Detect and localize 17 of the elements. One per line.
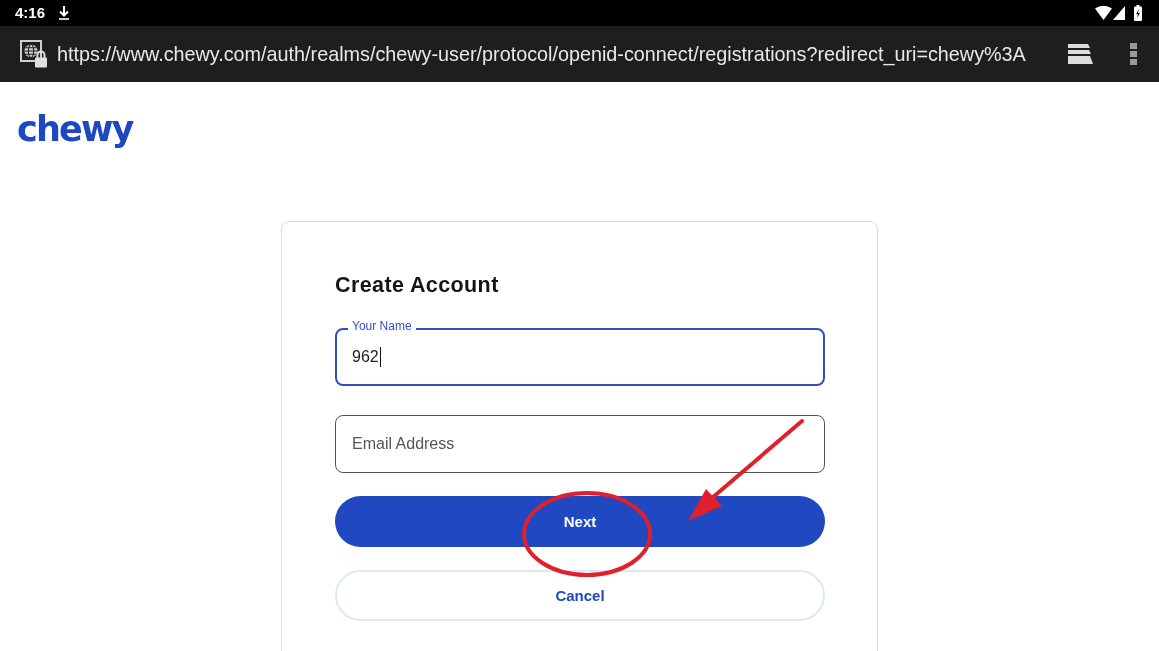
field-placeholder: Email Address [352, 434, 455, 454]
logo[interactable]: chewy [17, 109, 133, 149]
field-label: Your Name [348, 319, 416, 333]
text-caret-icon [379, 347, 381, 367]
cancel-button[interactable]: Cancel [335, 570, 825, 621]
download-icon [58, 6, 71, 20]
battery-charging-icon [1134, 5, 1142, 21]
field-value: 962 [352, 347, 379, 367]
signal-icon [1113, 6, 1125, 20]
wifi-icon [1095, 6, 1112, 20]
text-field[interactable]: Email Address [335, 415, 825, 473]
form-title: Create Account [335, 272, 500, 298]
status-time: 4:16 [15, 4, 46, 22]
next-button[interactable]: Next [335, 496, 825, 547]
globe-lock-icon[interactable] [20, 40, 48, 68]
stacked-pages-icon[interactable] [1068, 44, 1093, 64]
more-menu-icon[interactable] [1130, 43, 1137, 65]
